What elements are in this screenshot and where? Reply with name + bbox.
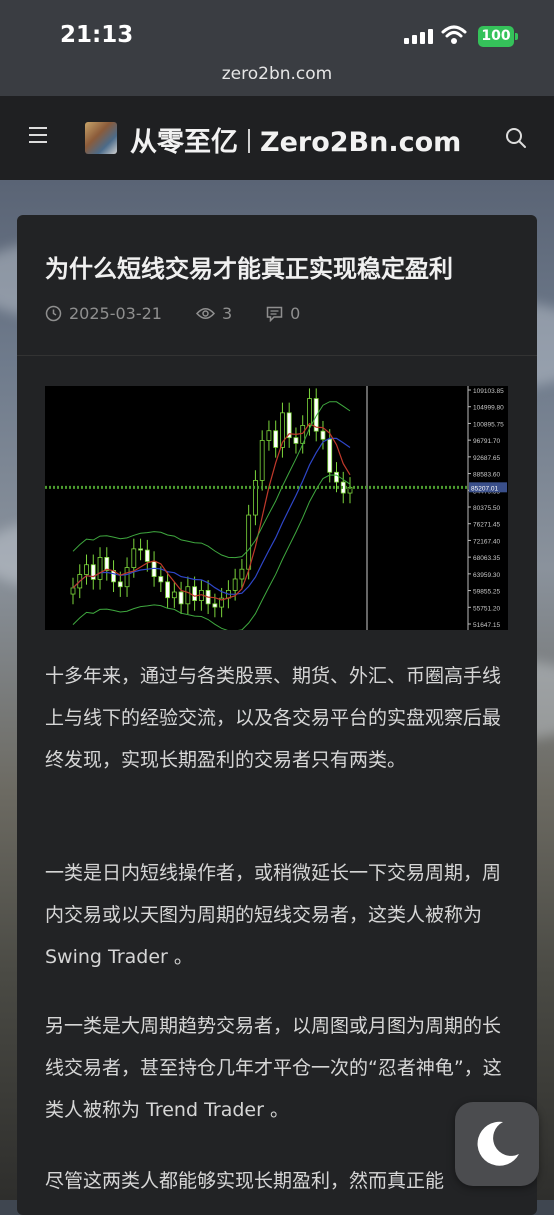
candle-body xyxy=(171,591,177,599)
comments-count: 0 xyxy=(290,304,301,323)
y-tick-label: 63959.30 xyxy=(473,572,500,579)
eye-icon xyxy=(195,308,215,319)
candle-body xyxy=(158,576,164,583)
candle-body xyxy=(165,581,170,599)
moon-icon xyxy=(477,1121,519,1166)
candle-body xyxy=(266,430,272,441)
candle-body xyxy=(320,430,326,440)
current-price-label: 85207.01 xyxy=(471,485,498,492)
header-divider xyxy=(17,355,537,356)
y-tick-label: 80375.50 xyxy=(473,505,500,512)
candle-body xyxy=(246,514,252,570)
site-header: 从零至亿 Zero2Bn.com xyxy=(0,96,554,180)
candle-body xyxy=(117,581,123,588)
date-text: 2025-03-21 xyxy=(69,304,162,323)
candle-body xyxy=(138,548,143,551)
candle-body xyxy=(97,557,103,580)
comment-icon xyxy=(266,306,283,322)
y-tick-label: 100895.75 xyxy=(473,421,504,428)
y-tick-label: 68063.35 xyxy=(473,555,500,562)
y-tick-label: 51647.15 xyxy=(473,622,500,629)
candle-body xyxy=(144,549,150,562)
candle-body xyxy=(327,438,333,473)
y-tick-label: 59855.25 xyxy=(473,589,500,596)
site-title[interactable]: 从零至亿 Zero2Bn.com xyxy=(130,120,461,159)
candle-body xyxy=(84,564,89,575)
y-tick-label: 55751.20 xyxy=(473,605,500,612)
y-tick-label: 104999.80 xyxy=(473,405,504,412)
lower-band-line xyxy=(72,474,351,630)
candle-body xyxy=(178,591,184,605)
candle-body xyxy=(192,586,198,601)
candle-body xyxy=(334,471,339,483)
clock-icon xyxy=(45,305,62,322)
meta-comments[interactable]: 0 xyxy=(266,304,300,323)
candle-body xyxy=(259,440,265,481)
dark-mode-toggle[interactable] xyxy=(455,1102,539,1186)
article-meta: 2025-03-21 3 0 xyxy=(45,304,334,323)
site-domain: Zero2Bn.com xyxy=(260,127,462,158)
candle-body xyxy=(131,548,137,568)
candle-body xyxy=(124,567,130,588)
meta-date: 2025-03-21 xyxy=(45,304,162,323)
candle-body xyxy=(104,557,110,571)
candle-body xyxy=(293,437,299,444)
article-card: 为什么短线交易才能真正实现稳定盈利 2025-03-21 3 0 109103.… xyxy=(17,215,537,1215)
y-tick-label: 92687.65 xyxy=(473,455,500,462)
address-bar[interactable]: zero2bn.com xyxy=(0,64,554,84)
price-chart: 109103.85 104999.80 100895.75 96791.70 92687… xyxy=(45,386,508,630)
candle-body xyxy=(70,587,76,595)
y-tick-label: 96791.70 xyxy=(473,438,500,445)
menu-icon[interactable] xyxy=(29,127,47,148)
candle-body xyxy=(232,578,238,591)
candle-body xyxy=(212,603,218,608)
status-time: 21:13 xyxy=(60,22,134,48)
candle-body xyxy=(253,480,258,516)
candle-body xyxy=(273,430,279,448)
site-logo[interactable] xyxy=(85,122,117,154)
candle-body xyxy=(239,568,245,580)
y-tick-label: 76271.45 xyxy=(473,522,500,529)
site-name: 从零至亿 xyxy=(130,127,238,158)
paragraph-2: 一类是日内短线操作者，或稍微延长一下交易周期，周内交易或以天图为周期的短线交易者… xyxy=(45,862,502,968)
title-separator xyxy=(248,129,250,153)
paragraph-1: 十多年来，通过与各类股票、期货、外汇、币圈高手线上与线下的经验交流，以及各交易平… xyxy=(45,665,502,771)
cellular-signal-icon xyxy=(404,29,433,44)
wifi-icon xyxy=(441,25,467,44)
search-icon[interactable] xyxy=(505,127,527,149)
views-count: 3 xyxy=(221,304,233,323)
candle-body xyxy=(185,586,191,605)
article-title: 为什么短线交易才能真正实现稳定盈利 xyxy=(45,255,453,283)
battery-indicator: 100 xyxy=(478,26,518,47)
y-tick-label: 72167.40 xyxy=(473,538,500,545)
y-tick-label: 88583.60 xyxy=(473,472,500,479)
paragraph-4: 尽管这两类人都能够实现长期盈利，然而真正能 xyxy=(45,1170,445,1192)
paragraph-3: 另一类是大周期趋势交易者，以周图或月图为周期的长线交易者，甚至持仓几年才平仓一次… xyxy=(45,1015,502,1121)
status-bar: 21:13 100 zero2bn.com xyxy=(0,0,554,96)
meta-views: 3 xyxy=(195,304,233,323)
candle-body xyxy=(307,398,312,426)
y-tick-label: 109103.85 xyxy=(473,388,504,395)
